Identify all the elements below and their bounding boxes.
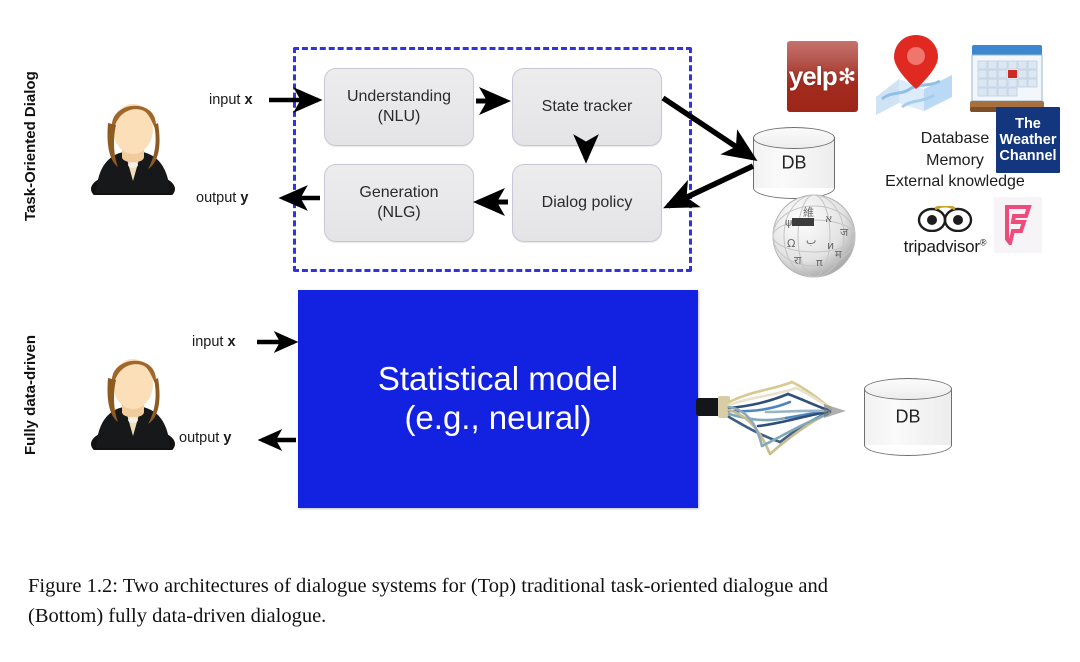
statistical-model-box[interactable]: Statistical model (e.g., neural) <box>298 290 698 508</box>
io-input-text-bottom: input <box>192 334 228 350</box>
logo-twc-line1: The <box>1015 115 1041 132</box>
io-label-input-bottom: input x <box>192 334 236 350</box>
logo-foursquare[interactable] <box>994 197 1042 253</box>
svg-text:ب: ب <box>806 234 816 247</box>
database-cylinder-bottom: DB <box>864 378 952 456</box>
logo-tripadvisor-owl-icon <box>917 204 973 233</box>
io-label-input-top: input x <box>209 92 253 108</box>
io-label-output-top: output y <box>196 190 248 206</box>
figure-canvas: Task-Oriented Dialog Fully data-driven i… <box>0 0 1080 560</box>
module-box-state-tracker[interactable]: State tracker <box>512 68 662 146</box>
svg-text:Ω: Ω <box>787 237 795 250</box>
logo-yelp-burst-icon: ✻ <box>837 63 857 89</box>
database-cylinder-top: DB <box>753 127 835 199</box>
statistical-model-line1: Statistical model <box>377 360 619 398</box>
logo-the-weather-channel[interactable]: The Weather Channel <box>996 107 1060 173</box>
module-generation-line1: Generation <box>359 184 439 201</box>
module-understanding-line2: (NLU) <box>377 108 421 125</box>
module-box-understanding[interactable]: Understanding (NLU) <box>324 68 474 146</box>
io-input-var-bottom: x <box>227 334 236 350</box>
logo-tripadvisor-registered: ® <box>979 237 987 248</box>
db-label-bottom: DB <box>895 406 921 427</box>
logo-wikipedia-icon[interactable]: ψ維 א ज Ω ب и रा π म <box>770 192 858 280</box>
io-output-var-top: y <box>240 190 249 206</box>
logo-twc-line2: Weather <box>999 131 1057 148</box>
io-input-text-top: input <box>209 92 245 108</box>
statistical-model-line2: (e.g., neural) <box>404 399 592 436</box>
svg-text:ψ: ψ <box>785 216 792 229</box>
logo-yelp[interactable]: yelp ✻ <box>787 41 858 112</box>
knowledge-line-external: External knowledge <box>885 173 1025 191</box>
io-label-output-bottom: output y <box>179 430 231 446</box>
io-output-var-bottom: y <box>223 430 232 446</box>
svg-text:и: и <box>827 239 834 252</box>
io-output-text-top: output <box>196 190 241 206</box>
cable-bundle-icon <box>696 380 846 456</box>
logo-tripadvisor-text: tripadvisor <box>903 237 980 256</box>
logo-tripadvisor-wordmark: tripadvisor® <box>880 237 1010 257</box>
logo-twc-line3: Channel <box>999 148 1057 165</box>
module-box-generation[interactable]: Generation (NLG) <box>324 164 474 242</box>
svg-text:म: म <box>835 248 842 261</box>
row-label-fully-data-driven: Fully data-driven <box>22 334 39 456</box>
row-label-task-oriented: Task-Oriented Dialog <box>22 71 39 221</box>
svg-text:維: 維 <box>803 206 814 219</box>
io-input-var-top: x <box>244 92 253 108</box>
user-avatar-icon-bottom <box>91 359 175 450</box>
module-understanding-line1: Understanding <box>346 88 452 105</box>
logo-yelp-wordmark: yelp <box>788 61 838 91</box>
svg-text:א: א <box>825 212 832 225</box>
logo-maps-icon[interactable] <box>872 33 956 115</box>
figure-caption: Figure 1.2: Two architectures of dialogu… <box>28 572 1056 631</box>
svg-text:रा: रा <box>794 254 801 267</box>
module-state-tracker-line1: State tracker <box>541 98 633 115</box>
logo-foursquare-icon <box>1005 205 1032 245</box>
db-label-top: DB <box>781 152 807 173</box>
svg-text:ज: ज <box>840 226 849 239</box>
module-generation-line2: (NLG) <box>377 204 421 221</box>
caption-line-1: Figure 1.2: Two architectures of dialogu… <box>28 575 829 597</box>
module-box-dialog-policy[interactable]: Dialog policy <box>512 164 662 242</box>
db-cylinder-top-ellipse-bottom <box>864 378 952 400</box>
svg-text:π: π <box>816 256 823 269</box>
caption-line-2: (Bottom) fully data-driven dialogue. <box>28 604 327 627</box>
io-output-text-bottom: output <box>179 430 224 446</box>
db-cylinder-top-ellipse-top <box>753 127 835 149</box>
logo-calendar-icon[interactable] <box>968 43 1046 115</box>
user-avatar-icon-top <box>91 104 175 195</box>
logo-tripadvisor[interactable]: tripadvisor® <box>880 204 1010 257</box>
module-dialog-policy-line1: Dialog policy <box>541 194 633 211</box>
